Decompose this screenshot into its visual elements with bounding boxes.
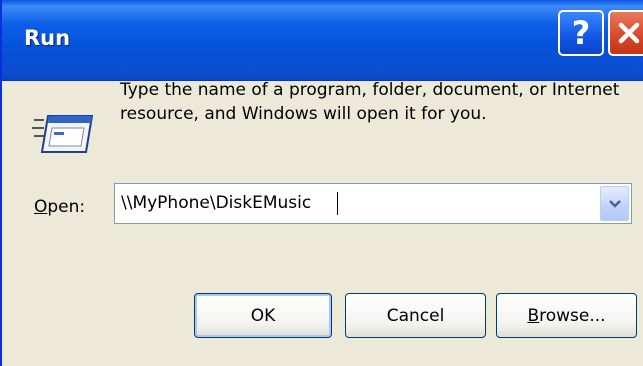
help-icon: ? [571, 14, 591, 52]
text-caret [337, 192, 338, 215]
run-dialog: Run ? Type the name of a program, folder… [0, 0, 643, 366]
close-icon [618, 22, 640, 44]
browse-button[interactable]: Browse... [496, 293, 637, 338]
dropdown-button[interactable] [600, 186, 629, 221]
dialog-description: Type the name of a program, folder, docu… [120, 80, 620, 124]
chevron-down-icon [608, 199, 621, 208]
cancel-button[interactable]: Cancel [345, 293, 486, 338]
window-title: Run [24, 26, 71, 50]
open-input[interactable] [121, 184, 591, 223]
ok-button[interactable]: OK [194, 293, 332, 338]
open-combobox[interactable] [114, 183, 632, 224]
open-label: Open: [34, 197, 86, 217]
run-program-icon [32, 115, 94, 153]
close-button[interactable] [608, 10, 643, 56]
title-bar[interactable]: Run ? [2, 0, 643, 81]
help-button[interactable]: ? [558, 10, 604, 56]
